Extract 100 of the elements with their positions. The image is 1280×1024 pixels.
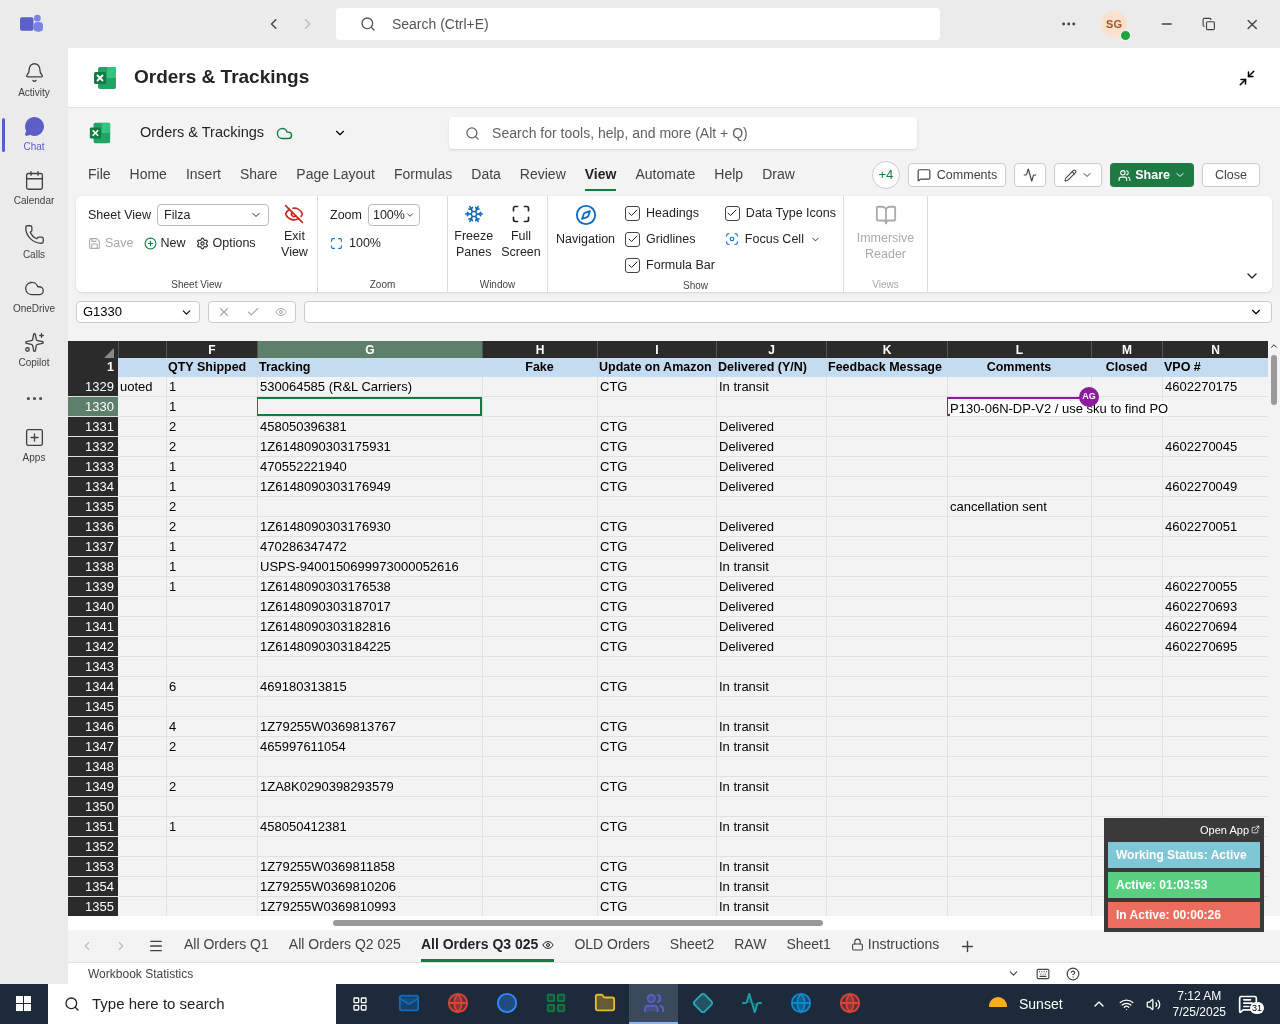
clock[interactable]: 7:12 AM 7/25/2025: [1172, 988, 1226, 1020]
notifications-button[interactable]: 31: [1238, 994, 1268, 1014]
rail-item[interactable]: Activity: [2, 56, 66, 106]
row-header[interactable]: 1: [68, 358, 118, 377]
sheet-tab[interactable]: RAW: [734, 930, 767, 962]
ribbon-tab[interactable]: File: [88, 159, 111, 191]
ribbon-tab[interactable]: Home: [129, 159, 167, 191]
search-field[interactable]: Search (Ctrl+E): [335, 8, 941, 40]
editing-button[interactable]: [1054, 163, 1103, 187]
column-header[interactable]: G: [257, 341, 482, 358]
taskbar-search-field[interactable]: Type here to search: [48, 984, 336, 1024]
comment-icon: [916, 168, 931, 182]
table-header-cell-text: Delivered (Y/N): [717, 359, 808, 376]
ribbon-tab[interactable]: View: [584, 159, 617, 191]
table-cell: 2: [169, 418, 177, 434]
ribbon-tab[interactable]: Help: [714, 159, 744, 191]
table-cell: 470286347472: [260, 538, 347, 554]
collapse-icon[interactable]: [1238, 68, 1256, 87]
weather-widget[interactable]: Sunset: [985, 993, 1063, 1015]
sheet-list-icon[interactable]: [148, 938, 164, 954]
focus-cell-button[interactable]: Focus Cell: [724, 226, 836, 252]
ribbon-tab[interactable]: Share: [239, 159, 278, 191]
table-cell: CTG: [600, 678, 628, 694]
new-button[interactable]: New: [143, 234, 186, 253]
rail-item[interactable]: Calls: [2, 218, 66, 268]
share-button[interactable]: Share: [1110, 163, 1195, 187]
network-icon[interactable]: [1118, 996, 1134, 1012]
table-header-cell-text: Closed: [1104, 359, 1149, 376]
table-cell: CTG: [600, 778, 628, 794]
table-cell: 4602270175: [1165, 378, 1238, 394]
table-cell: In transit: [719, 878, 769, 894]
working-status-label: Working Status: Active: [1108, 842, 1260, 868]
task-view-icon[interactable]: [352, 996, 368, 1012]
rail-item[interactable]: OneDrive: [2, 272, 66, 322]
sheet-tab[interactable]: All Orders Q2 025: [288, 930, 401, 962]
full-screen-button[interactable]: Full Screen: [501, 204, 541, 277]
table-header-cell-text: Feedback Message: [827, 359, 943, 376]
sheet-tab[interactable]: Sheet2: [669, 930, 715, 962]
comments-button[interactable]: Comments: [907, 163, 1007, 187]
ribbon-tab[interactable]: Data: [471, 159, 501, 191]
checkbox[interactable]: [625, 257, 641, 273]
table-cell: Delivered: [719, 518, 774, 534]
table-cell: 2: [169, 438, 177, 454]
rail-item[interactable]: Apps: [2, 421, 66, 471]
table-cell: cancellation sent: [950, 498, 1047, 514]
sheet-view-dropdown[interactable]: Filza: [157, 204, 269, 226]
table-cell: CTG: [600, 418, 628, 434]
table-cell: 470552221940: [260, 458, 347, 474]
rail-item[interactable]: Calendar: [2, 164, 66, 214]
zoom-100-button[interactable]: 100%: [330, 234, 435, 253]
external-link-icon: [1251, 825, 1260, 835]
taskbar-app[interactable]: [629, 984, 678, 1024]
exit-view-button[interactable]: Exit View: [281, 204, 308, 277]
ribbon-tab[interactable]: Page Layout: [296, 159, 375, 191]
table-cell: CTG: [600, 738, 628, 754]
table-cell: 6: [169, 678, 177, 694]
options-button[interactable]: Options: [195, 234, 256, 253]
table-cell: In transit: [719, 858, 769, 874]
table-cell: 530064585 (R&L Carriers): [260, 378, 412, 394]
sheet-tab[interactable]: Sheet1: [786, 930, 831, 962]
ribbon-tab[interactable]: Review: [519, 159, 566, 191]
ribbon-tab[interactable]: Automate: [635, 159, 696, 191]
navigation-button[interactable]: Navigation: [556, 200, 616, 278]
checkbox[interactable]: [625, 205, 641, 221]
close-button[interactable]: Close: [1202, 163, 1260, 187]
table-cell: 1: [169, 378, 177, 394]
checkbox[interactable]: [724, 205, 740, 221]
presence-count[interactable]: +4: [871, 161, 900, 189]
activity-button[interactable]: [1014, 163, 1047, 187]
search-field[interactable]: Search for tools, help, and more (Alt + Q): [449, 117, 918, 149]
sheet-tab[interactable]: Instructions: [850, 930, 940, 962]
ribbon-tab[interactable]: Formulas: [393, 159, 453, 191]
snowflake-icon: [463, 204, 484, 224]
horizontal-scrollbar-thumb[interactable]: [333, 920, 823, 926]
rail-item[interactable]: Chat: [2, 110, 66, 160]
table-cell: 1: [169, 478, 177, 494]
sheet-tab[interactable]: All Orders Q1: [184, 930, 269, 962]
squiggle-icon: [740, 992, 763, 1014]
rail-item[interactable]: Copilot: [2, 326, 66, 376]
checkbox[interactable]: [625, 231, 641, 247]
ribbon-tab[interactable]: Draw: [762, 159, 795, 191]
sheet-tab[interactable]: OLD Orders: [574, 930, 650, 962]
search-icon: [359, 16, 376, 32]
table-cell: 2: [169, 518, 177, 534]
table-cell: CTG: [600, 898, 628, 914]
table-cell: 4602270051: [1165, 518, 1238, 534]
file-name: Orders & Trackings: [140, 123, 265, 143]
table-cell: 4: [169, 718, 177, 734]
freeze-panes-button[interactable]: Freeze Panes: [454, 204, 494, 277]
selected-cell[interactable]: [257, 396, 482, 416]
open-app-link[interactable]: Open App: [1200, 821, 1260, 838]
vertical-scrollbar-thumb[interactable]: [1271, 355, 1277, 405]
workbook-statistics-button[interactable]: Workbook Statistics: [88, 964, 194, 983]
volume-icon[interactable]: [1145, 996, 1161, 1012]
zoom-dropdown[interactable]: 100%: [367, 204, 420, 226]
restore-icon[interactable]: [1202, 17, 1216, 31]
name-box[interactable]: G1330: [76, 301, 200, 323]
ribbon-tab[interactable]: Insert: [185, 159, 221, 191]
teams-logo-icon: [20, 13, 44, 35]
calendar-icon: [23, 170, 45, 191]
